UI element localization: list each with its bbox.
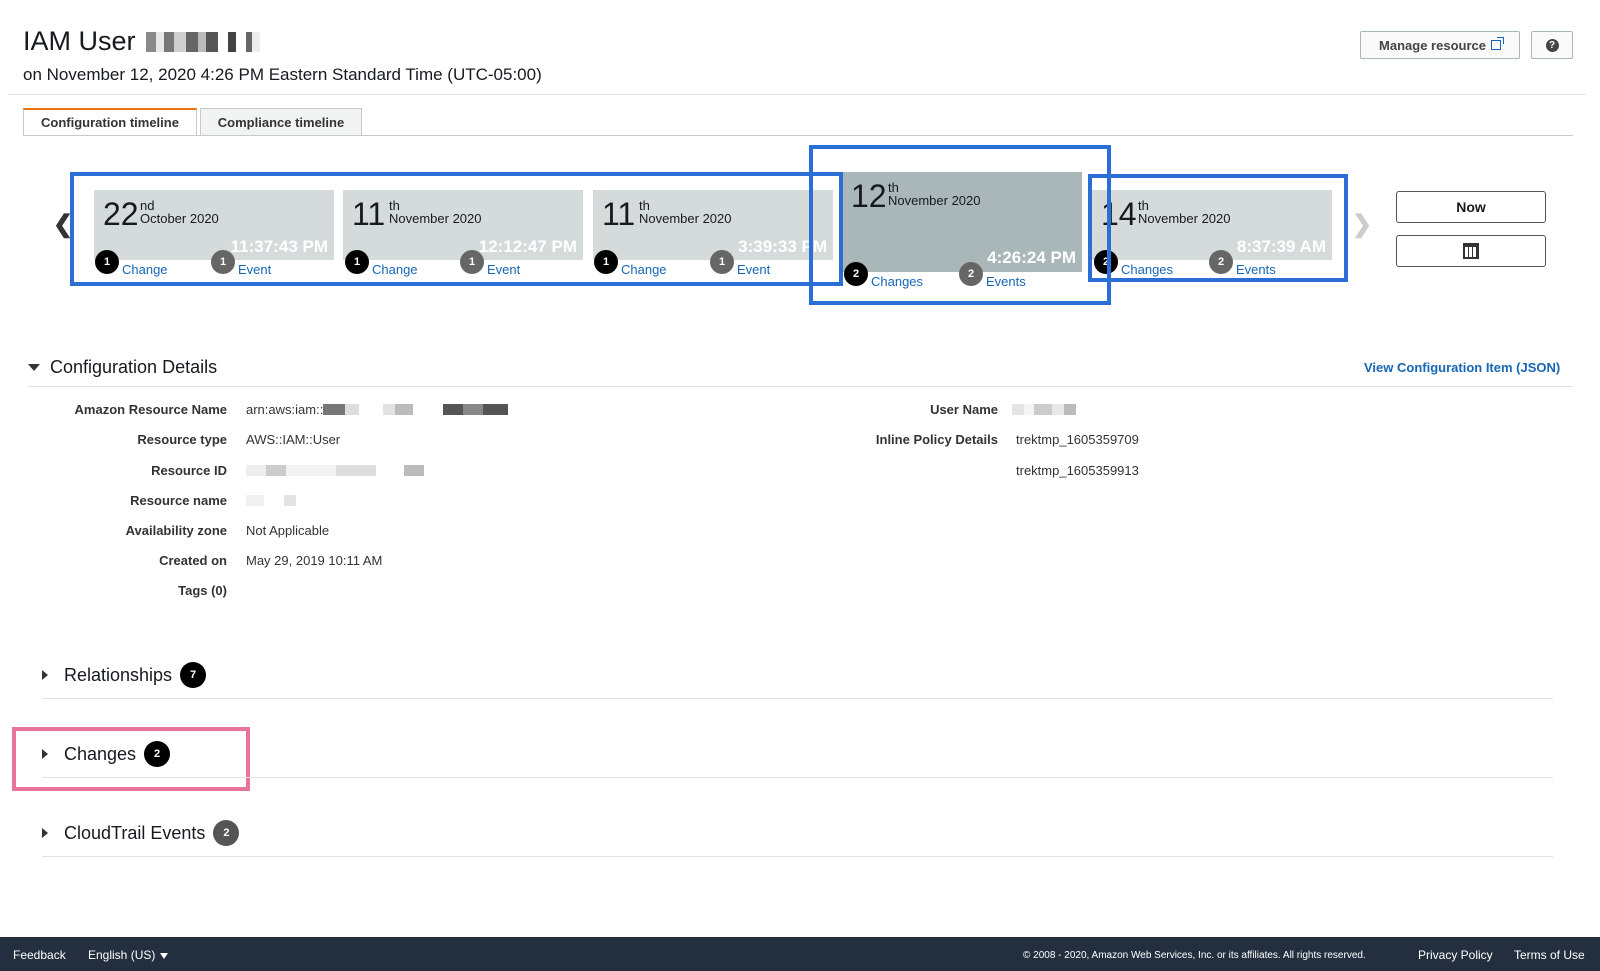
detail-label: Resource name (130, 493, 227, 508)
configuration-details-toggle[interactable]: Configuration Details (28, 357, 217, 378)
redacted-user-name (1012, 404, 1076, 415)
cloudtrail-events-count-badge: 2 (213, 820, 240, 846)
inline-policy-link[interactable]: trektmp_1605359709 (1016, 432, 1139, 447)
detail-value: May 29, 2019 10:11 AM (246, 553, 383, 568)
caret-down-icon (28, 364, 40, 371)
detail-label: Inline Policy Details (875, 432, 998, 447)
detail-label: Availability zone (125, 523, 227, 538)
redacted-resource-name (246, 495, 296, 506)
detail-label: Resource type (137, 432, 227, 447)
page-subtitle: on November 12, 2020 4:26 PM Eastern Sta… (23, 65, 542, 84)
section-divider (42, 856, 1553, 857)
caret-right-icon (42, 670, 48, 680)
redacted-user-name (145, 32, 260, 52)
section-divider (28, 386, 1573, 387)
cloudtrail-events-toggle[interactable]: CloudTrail Events 2 (42, 820, 240, 846)
page-title: IAM User (23, 26, 260, 57)
annotation-box (70, 172, 843, 286)
footer: Feedback English (US) © 2008 - 2020, Ama… (0, 937, 1600, 971)
section-divider (42, 698, 1553, 699)
detail-label: Amazon Resource Name (74, 402, 227, 417)
caret-down-icon (160, 953, 169, 959)
detail-label: Created on (159, 553, 227, 568)
help-icon: ? (1545, 38, 1559, 52)
detail-label: Resource ID (151, 463, 227, 478)
feedback-link[interactable]: Feedback (13, 948, 66, 962)
calendar-button[interactable] (1396, 235, 1546, 267)
tab-configuration-timeline[interactable]: Configuration timeline (23, 108, 197, 135)
terms-of-use-link[interactable]: Terms of Use (1514, 948, 1585, 962)
detail-value-user-name (1012, 402, 1076, 417)
relationships-count-badge: 7 (180, 662, 207, 688)
privacy-policy-link[interactable]: Privacy Policy (1418, 948, 1493, 962)
annotation-box-pink (12, 727, 250, 791)
detail-value-resource-name (246, 493, 296, 508)
caret-right-icon (42, 828, 48, 838)
detail-value-resource-id (246, 463, 424, 478)
annotation-box (1088, 174, 1348, 282)
header-divider (8, 94, 1586, 95)
detail-value: Not Applicable (246, 523, 330, 538)
chevron-right-icon[interactable]: ❯ (1352, 210, 1372, 239)
redacted-arn (323, 404, 509, 415)
manage-resource-button[interactable]: Manage resource (1360, 31, 1520, 59)
now-button[interactable]: Now (1396, 191, 1546, 223)
section-divider (42, 777, 1553, 778)
external-link-icon (1490, 37, 1504, 50)
calendar-icon (1463, 243, 1479, 259)
detail-label: Tags (0) (178, 583, 227, 598)
tab-compliance-timeline[interactable]: Compliance timeline (200, 108, 362, 135)
detail-value: AWS::IAM::User (246, 432, 341, 447)
view-configuration-json-link[interactable]: View Configuration Item (JSON) (1364, 360, 1560, 375)
detail-label: User Name (930, 402, 998, 417)
copyright-text: © 2008 - 2020, Amazon Web Services, Inc.… (1023, 950, 1366, 961)
redacted-resource-id (246, 465, 424, 476)
language-selector[interactable]: English (US) (88, 948, 169, 962)
inline-policy-link[interactable]: trektmp_1605359913 (1016, 463, 1139, 478)
relationships-toggle[interactable]: Relationships 7 (42, 662, 207, 688)
help-button[interactable]: ? (1531, 31, 1573, 59)
detail-value-arn: arn:aws:iam:: (246, 402, 509, 417)
tabs-divider (23, 135, 1573, 136)
annotation-box (809, 145, 1111, 305)
